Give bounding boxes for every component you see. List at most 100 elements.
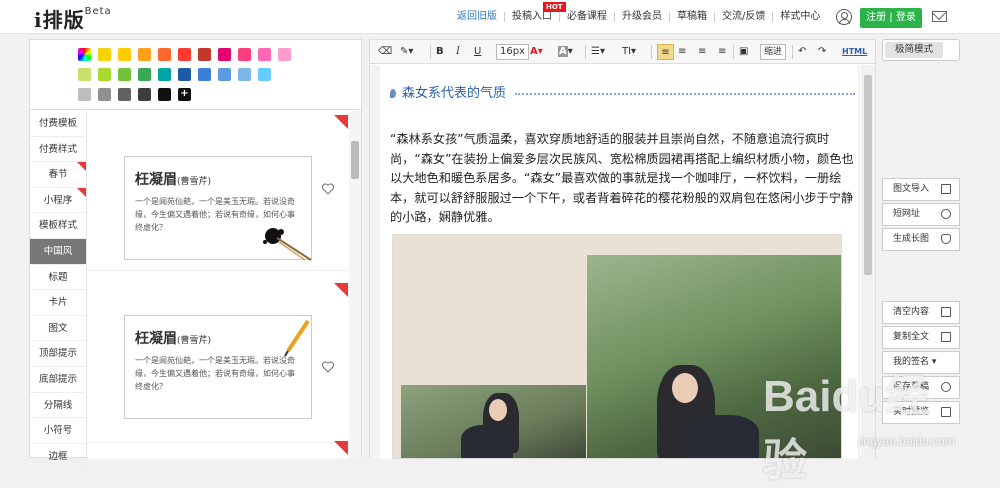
color-swatch[interactable] bbox=[138, 68, 151, 81]
category-title[interactable]: 标题 bbox=[30, 265, 86, 291]
color-swatch-rainbow[interactable] bbox=[78, 48, 91, 61]
nav-upgrade[interactable]: 升级会员 bbox=[614, 12, 669, 22]
color-swatch[interactable] bbox=[98, 48, 111, 61]
article-photo[interactable] bbox=[392, 234, 842, 459]
color-swatch[interactable] bbox=[218, 68, 231, 81]
category-paid-styles[interactable]: 付费样式 bbox=[30, 137, 86, 163]
nav-style-center[interactable]: 样式中心 bbox=[772, 12, 827, 22]
color-swatch[interactable] bbox=[178, 48, 191, 61]
font-color-button[interactable]: A▾ bbox=[530, 44, 543, 60]
color-swatch[interactable] bbox=[158, 88, 171, 101]
align-center-button[interactable]: ≡ bbox=[678, 44, 686, 60]
indent-button[interactable]: 缩进 bbox=[760, 44, 787, 60]
import-article-button[interactable]: 图文导入 bbox=[882, 178, 960, 201]
html-source-button[interactable]: HTML bbox=[842, 44, 867, 60]
template-card[interactable]: 枉凝眉(曹雪芹) 一个是阆苑仙葩，一个是美玉无瑕。若说没奇缘，今生偏又遇着他；若… bbox=[124, 156, 312, 261]
color-swatch[interactable] bbox=[178, 68, 191, 81]
logo[interactable]: i排版Beta bbox=[34, 4, 112, 33]
category-bottom-tip[interactable]: 底部提示 bbox=[30, 367, 86, 393]
format-brush-icon[interactable]: ✎▾ bbox=[400, 44, 413, 60]
list-button[interactable]: ☰▾ bbox=[591, 44, 605, 60]
category-mini-program[interactable]: 小程序 bbox=[30, 187, 86, 214]
color-swatch[interactable] bbox=[78, 88, 91, 101]
nav-feedback[interactable]: 交流/反馈 bbox=[714, 12, 772, 22]
eraser-icon[interactable]: ⌫ bbox=[378, 44, 392, 60]
template-corner-flag bbox=[334, 115, 348, 129]
category-top-tip[interactable]: 顶部提示 bbox=[30, 341, 86, 367]
color-swatch[interactable] bbox=[118, 88, 131, 101]
undo-icon[interactable]: ↶ bbox=[798, 44, 806, 60]
color-swatch[interactable] bbox=[158, 68, 171, 81]
redo-icon[interactable]: ↷ bbox=[818, 44, 826, 60]
color-swatch[interactable] bbox=[198, 68, 211, 81]
category-template-styles[interactable]: 模板样式 bbox=[30, 213, 86, 239]
user-icon[interactable] bbox=[836, 9, 852, 25]
background-color-button[interactable]: A▾ bbox=[558, 44, 573, 60]
align-right-button[interactable]: ≡ bbox=[698, 44, 706, 60]
category-paid-templates[interactable]: 付费模板 bbox=[30, 111, 86, 137]
nav-courses[interactable]: 必备课程 bbox=[559, 12, 614, 22]
color-swatch[interactable] bbox=[158, 48, 171, 61]
clear-content-button[interactable]: 清空内容 bbox=[882, 301, 960, 324]
minimal-mode-toggle[interactable]: 极简模式 bbox=[882, 39, 960, 61]
login-register-button[interactable]: 注册 | 登录 bbox=[860, 8, 922, 28]
template-card[interactable]: 枉凝眉(曹雪芹) 一个是阆苑仙葩，一个是美玉无瑕。若说没奇缘，今生偏又遇着他；若… bbox=[124, 315, 312, 419]
article-page[interactable]: 森女系代表的气质 “森林系女孩”气质温柔，喜欢穿质地舒适的服装并且崇尚自然，不随… bbox=[380, 65, 858, 459]
color-swatch[interactable] bbox=[238, 48, 251, 61]
favorite-heart-icon[interactable] bbox=[321, 183, 335, 195]
insert-image-icon[interactable]: ▣ bbox=[739, 44, 748, 60]
template-item[interactable]: 枉凝眉(曹雪芹) 一个是阆苑仙葩，一个是美玉无瑕。若说没奇缘，今生偏又遇着他；若… bbox=[88, 111, 348, 271]
color-swatch[interactable] bbox=[278, 48, 291, 61]
live-preview-button[interactable]: 实时预览 bbox=[882, 401, 960, 424]
mail-icon[interactable] bbox=[932, 11, 947, 22]
editor-scrollbar-thumb[interactable] bbox=[864, 75, 872, 275]
bold-button[interactable]: B bbox=[436, 44, 444, 60]
editor-scrollbar[interactable] bbox=[861, 65, 875, 459]
color-swatch[interactable] bbox=[78, 68, 91, 81]
style-library-panel: + 付费模板 付费样式 春节 小程序 模板样式 中国风 标题 卡片 图文 顶部提… bbox=[29, 39, 362, 470]
text-style-button[interactable]: TI▾ bbox=[622, 44, 636, 60]
nav-drafts[interactable]: 草稿箱 bbox=[669, 12, 714, 22]
color-swatch[interactable] bbox=[98, 88, 111, 101]
trash-icon bbox=[941, 307, 951, 317]
category-border[interactable]: 边框 bbox=[30, 444, 86, 470]
category-small-symbol[interactable]: 小符号 bbox=[30, 418, 86, 444]
ink-brush-icon bbox=[263, 228, 312, 261]
color-swatch[interactable] bbox=[238, 68, 251, 81]
align-left-button[interactable]: ≡ bbox=[657, 44, 674, 60]
category-divider[interactable]: 分隔线 bbox=[30, 393, 86, 419]
category-list: 付费模板 付费样式 春节 小程序 模板样式 中国风 标题 卡片 图文 顶部提示 … bbox=[30, 111, 87, 470]
template-scrollbar-thumb[interactable] bbox=[351, 141, 359, 179]
copy-all-button[interactable]: 复制全文 bbox=[882, 326, 960, 349]
italic-button[interactable]: I bbox=[456, 44, 460, 60]
nav-submission[interactable]: 投稿入口 bbox=[504, 12, 559, 22]
color-swatch[interactable] bbox=[118, 68, 131, 81]
color-swatch[interactable] bbox=[258, 48, 271, 61]
add-color-button[interactable]: + bbox=[178, 88, 191, 101]
category-image-text[interactable]: 图文 bbox=[30, 316, 86, 342]
color-swatch[interactable] bbox=[138, 48, 151, 61]
font-size-select[interactable]: 16px bbox=[496, 44, 529, 60]
favorite-heart-icon[interactable] bbox=[321, 361, 335, 373]
category-spring-festival[interactable]: 春节 bbox=[30, 162, 86, 188]
short-url-button[interactable]: 短网址 bbox=[882, 203, 960, 226]
underline-button[interactable]: U bbox=[474, 44, 481, 60]
article-paragraph[interactable]: “森林系女孩”气质温柔，喜欢穿质地舒适的服装并且崇尚自然，不随意追流行疯时尚，“… bbox=[390, 130, 858, 228]
color-swatch[interactable] bbox=[98, 68, 111, 81]
category-chinese-style[interactable]: 中国风 bbox=[30, 238, 86, 265]
color-swatch[interactable] bbox=[138, 88, 151, 101]
generate-long-image-button[interactable]: 生成长图 bbox=[882, 228, 960, 251]
align-justify-button[interactable]: ≡ bbox=[718, 44, 726, 60]
template-scrollbar[interactable] bbox=[349, 111, 361, 459]
template-item[interactable]: 枉凝眉(曹雪芹) 一个是阆苑仙葩，一个是美玉无瑕。若说没奇缘，今生偏又遇着他；若… bbox=[88, 283, 348, 443]
color-swatch[interactable] bbox=[258, 68, 271, 81]
color-swatch[interactable] bbox=[118, 48, 131, 61]
editor-content-area[interactable]: 森女系代表的气质 “森林系女孩”气质温柔，喜欢穿质地舒适的服装并且崇尚自然，不随… bbox=[370, 65, 860, 459]
save-draft-button[interactable]: 保存草稿 bbox=[882, 376, 960, 399]
nav-old-version[interactable]: 返回旧版 bbox=[450, 12, 504, 22]
my-signature-dropdown[interactable]: 我的签名 ▾ bbox=[882, 351, 960, 374]
article-heading[interactable]: 森女系代表的气质 bbox=[390, 82, 506, 101]
category-card[interactable]: 卡片 bbox=[30, 290, 86, 316]
color-swatch[interactable] bbox=[198, 48, 211, 61]
color-swatch[interactable] bbox=[218, 48, 231, 61]
